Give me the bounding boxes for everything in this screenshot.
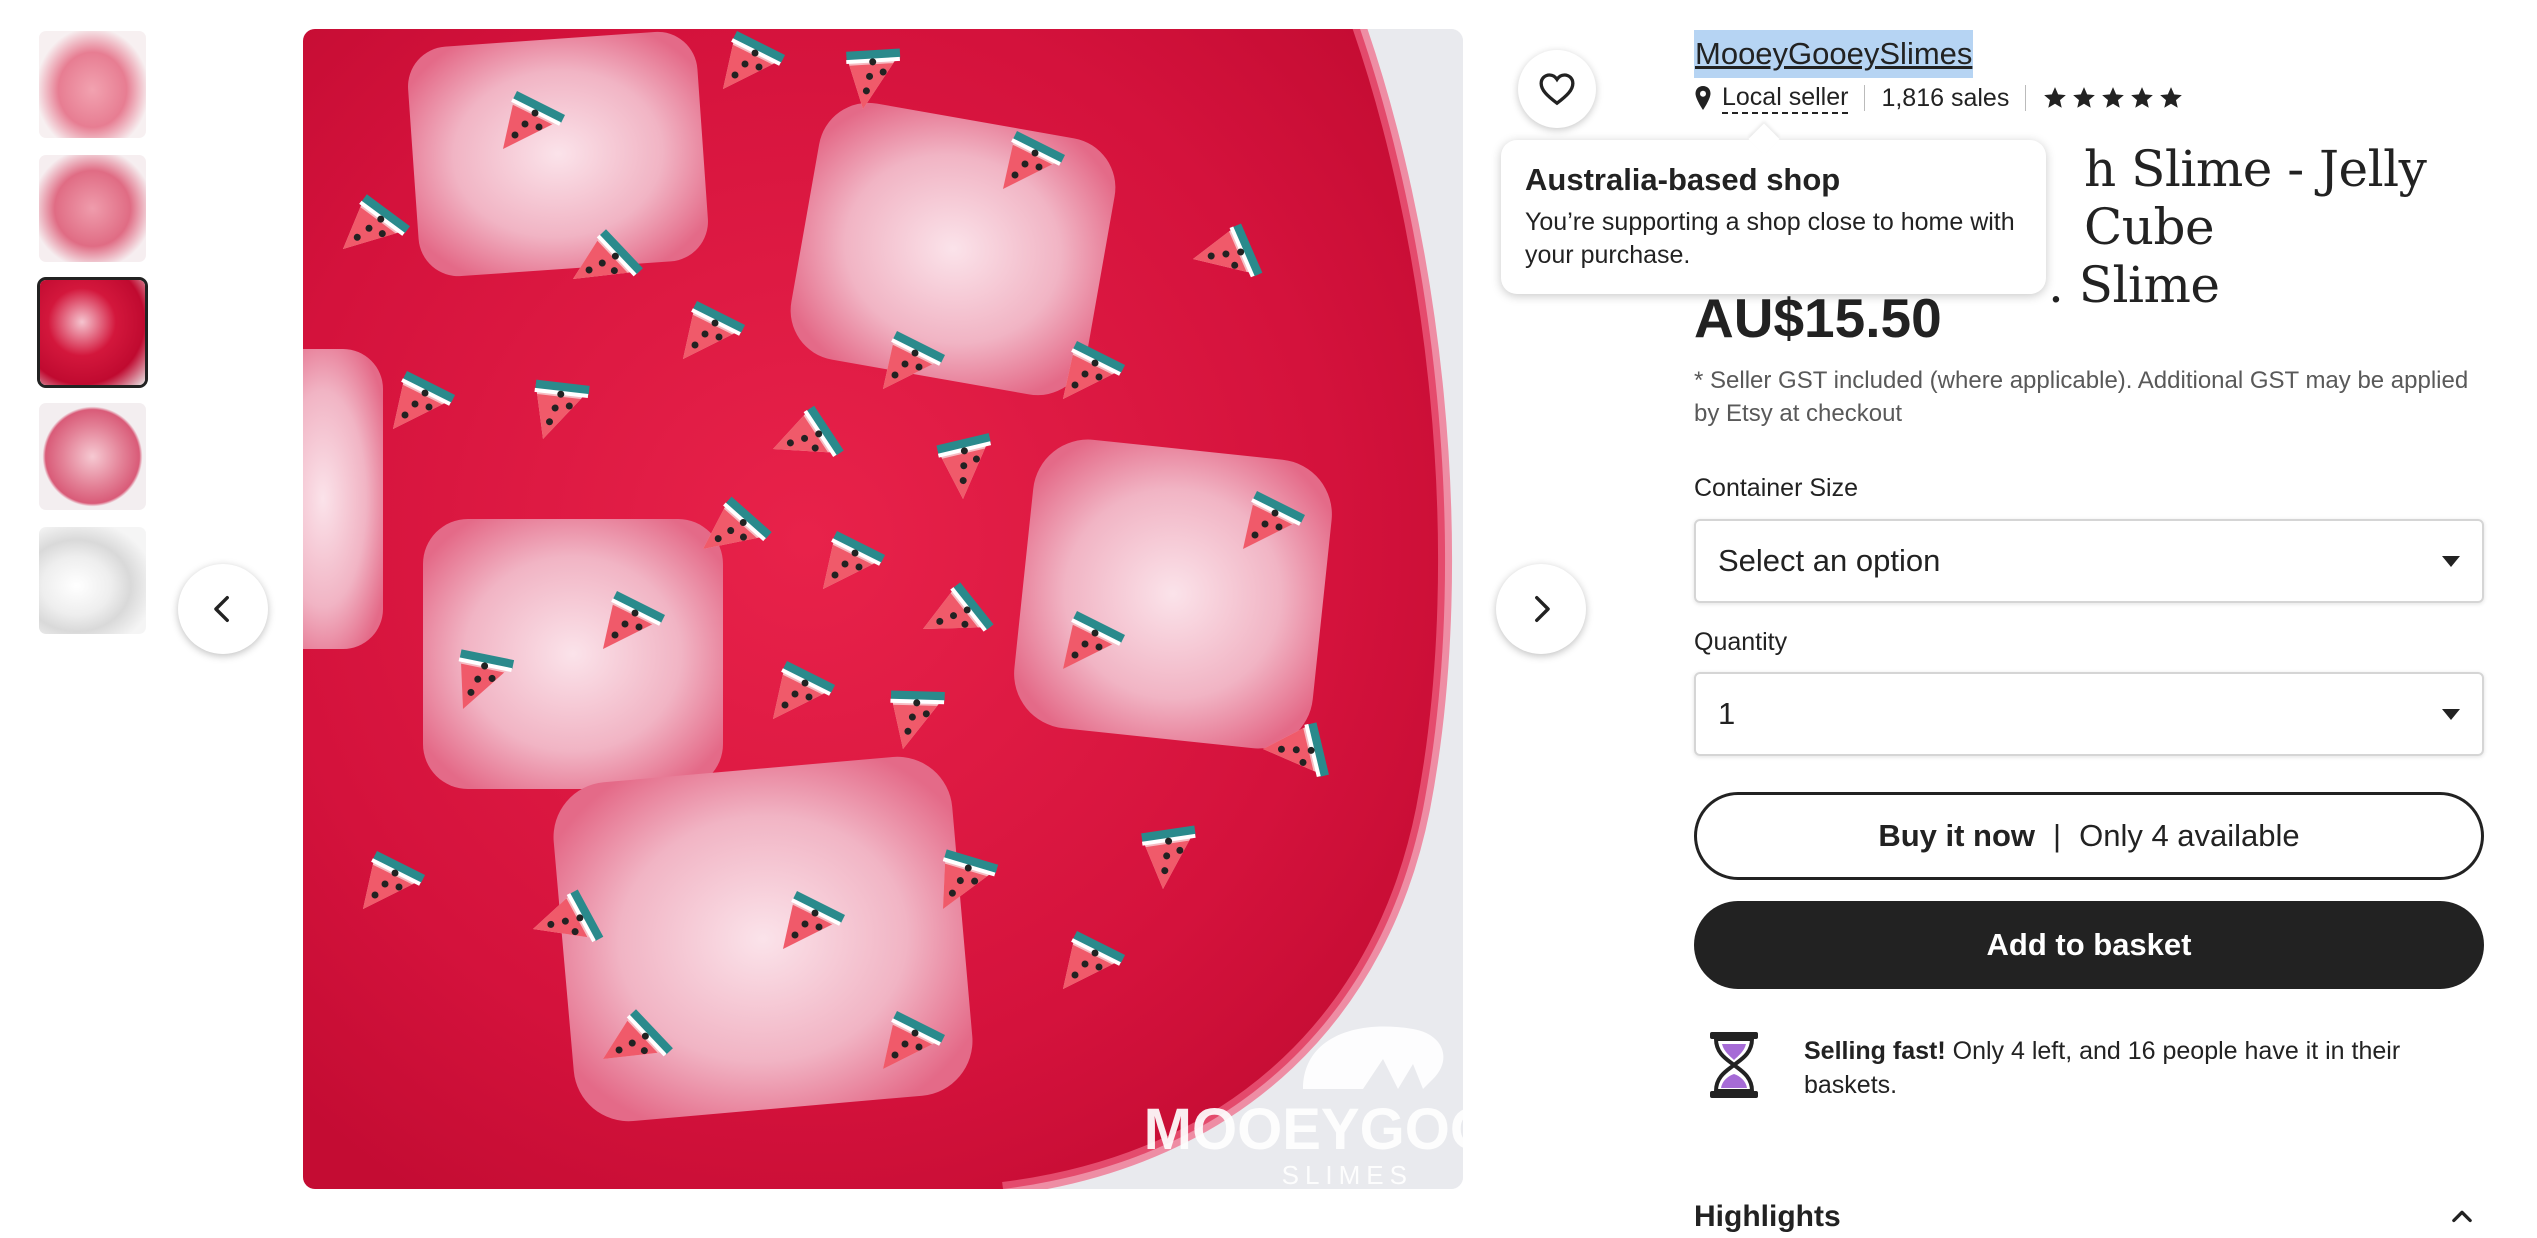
star-icon (2131, 87, 2154, 108)
thumbnail-image (39, 31, 146, 138)
thumbnail-2[interactable] (37, 153, 148, 264)
watermark-logo: MOOEYGOOEY (1144, 1097, 1463, 1162)
separator: | (2053, 818, 2062, 853)
thumbnail-image (39, 527, 146, 634)
favorite-button[interactable] (1518, 50, 1596, 128)
star-icon (2073, 87, 2096, 108)
thumbnail-image (39, 403, 146, 510)
divider (1864, 85, 1866, 111)
location-pin-icon (1694, 85, 1712, 111)
availability-text: Only 4 available (2079, 818, 2300, 853)
heart-icon (1539, 73, 1575, 106)
thumbnail-3-selected[interactable] (37, 277, 148, 388)
selling-fast-notice: Selling fast! Only 4 left, and 16 people… (1694, 1024, 2484, 1104)
highlights-heading: Highlights (1694, 1200, 1841, 1233)
svg-text:SLIMES: SLIMES (1282, 1160, 1413, 1189)
selling-fast-label: Selling fast! (1804, 1037, 1946, 1065)
shop-meta: Local seller 1,816 sales (1694, 78, 2184, 118)
buy-it-now-button[interactable]: Buy it now | Only 4 available (1694, 792, 2484, 880)
caret-down-icon (2442, 708, 2460, 720)
thumbnail-1[interactable] (37, 29, 148, 140)
container-size-value: Select an option (1718, 543, 1941, 578)
thumbnail-image (40, 280, 145, 385)
sales-count: 1,816 sales (1881, 83, 2010, 112)
quantity-value: 1 (1718, 696, 1736, 731)
previous-image-button[interactable] (178, 564, 268, 654)
buy-it-now-label: Buy it now (1878, 818, 2036, 853)
local-seller-label[interactable]: Local seller (1722, 82, 1849, 114)
tooltip-body: You’re supporting a shop close to home w… (1525, 208, 2015, 269)
tooltip-title: Australia-based shop (1525, 162, 1841, 197)
chevron-right-icon (1535, 595, 1550, 623)
thumbnail-list (37, 29, 148, 649)
chevron-left-icon (214, 595, 229, 623)
next-image-button[interactable] (1496, 564, 1586, 654)
star-icon (2044, 87, 2067, 108)
star-icon (2102, 87, 2125, 108)
slime-photo: MOOEYGOOEY SLIMES (303, 29, 1463, 1189)
thumbnail-image (39, 155, 146, 262)
divider (2025, 85, 2027, 111)
thumbnail-5[interactable] (37, 525, 148, 636)
caret-down-icon (2442, 555, 2460, 567)
add-to-basket-button[interactable]: Add to basket (1694, 901, 2484, 989)
hourglass-icon (1706, 1030, 1762, 1105)
star-icon (2160, 87, 2183, 108)
main-product-image[interactable]: MOOEYGOOEY SLIMES (303, 29, 1463, 1189)
container-size-select[interactable]: Select an option (1694, 519, 2484, 603)
selling-fast-text: Selling fast! Only 4 left, and 16 people… (1804, 1034, 2464, 1102)
price: AU$15.50 (1694, 287, 1942, 349)
quantity-select[interactable]: 1 (1694, 672, 2484, 756)
shop-name-link[interactable]: MooeyGooeySlimes (1694, 30, 1974, 78)
thumbnail-4[interactable] (37, 401, 148, 512)
gst-note: * Seller GST included (where applicable)… (1694, 367, 2469, 427)
highlights-toggle[interactable]: Highlights (1694, 1200, 2484, 1234)
chevron-up-icon (2452, 1210, 2472, 1223)
quantity-label: Quantity (1694, 628, 1788, 656)
local-seller-tooltip: Australia-based shop You’re supporting a… (1501, 140, 2046, 294)
rating-stars[interactable] (2042, 85, 2184, 111)
container-size-label: Container Size (1694, 474, 1858, 502)
